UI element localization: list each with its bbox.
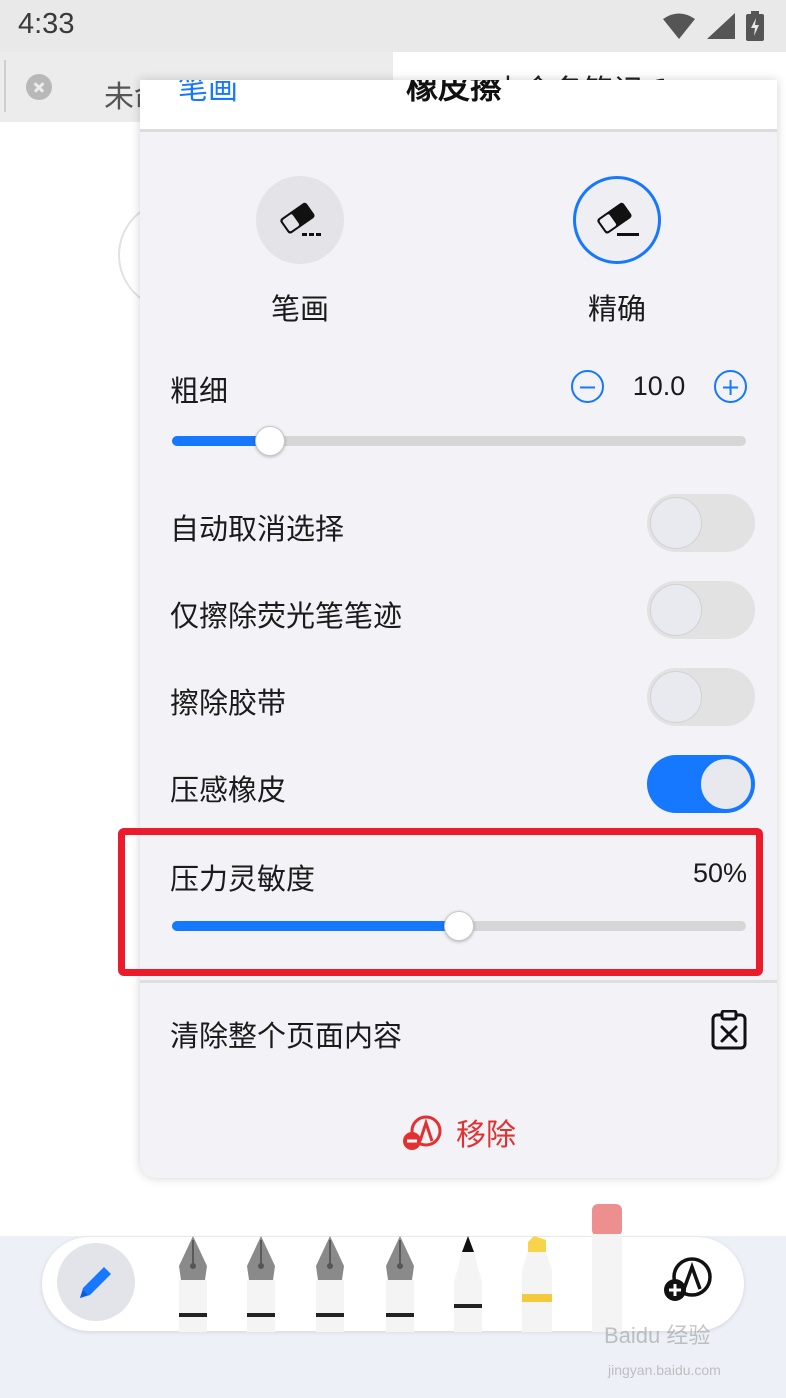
toggle-knob (650, 497, 702, 549)
signal-icon (707, 13, 735, 39)
battery-charging-icon (746, 11, 764, 41)
thickness-value: 10.0 (632, 371, 686, 401)
status-bar: 4:33 (0, 0, 786, 52)
pressure-eraser-toggle[interactable] (647, 755, 755, 813)
toggle-knob (700, 758, 752, 810)
toggle-knob (650, 584, 702, 636)
plus-circle-icon[interactable]: + (714, 370, 747, 403)
tab-separator (4, 60, 6, 112)
thickness-slider[interactable] (172, 426, 746, 456)
pencil-icon (80, 1267, 111, 1298)
fountain-pen-tool-2[interactable] (241, 1236, 281, 1332)
fountain-pen-tool-1[interactable] (173, 1236, 213, 1332)
mode-precise-label: 精确 (587, 292, 646, 326)
eraser-tool[interactable] (590, 1204, 624, 1332)
tab-close-icon[interactable] (26, 74, 52, 100)
wifi-icon (663, 13, 695, 39)
status-time: 4:33 (18, 8, 75, 40)
erase-highlighter-only-toggle[interactable] (647, 581, 755, 639)
auto-deselect-toggle[interactable] (647, 494, 755, 552)
fountain-pen-tool-4[interactable] (380, 1236, 420, 1332)
erase-tape-toggle[interactable] (647, 668, 755, 726)
annotation-highlight-box (118, 828, 763, 976)
toggle-knob (650, 671, 702, 723)
remove-button[interactable]: 移除 (402, 1110, 516, 1154)
clear-clipboard-icon[interactable] (711, 1009, 747, 1054)
pressure-eraser-label: 压感橡皮 (170, 773, 287, 807)
watermark-url: jingyan.baidu.com (608, 1362, 721, 1378)
erase-highlighter-only-label: 仅擦除荧光笔笔迹 (170, 599, 403, 633)
eraser-precise-icon (573, 176, 661, 264)
mode-stroke-label: 笔画 (270, 292, 329, 326)
fountain-pen-tool-3[interactable] (310, 1236, 350, 1332)
panel-back-button[interactable]: 笔画 (178, 80, 238, 108)
thickness-stepper: − 10.0 + (571, 370, 747, 403)
eraser-stroke-icon (256, 176, 344, 264)
watermark: Baidu 经验 (604, 1323, 711, 1348)
fineliner-pen-tool[interactable] (450, 1236, 486, 1332)
thickness-label: 粗细 (170, 374, 229, 408)
panel-title: 橡皮擦 (406, 80, 503, 106)
auto-deselect-label: 自动取消选择 (170, 512, 345, 546)
eraser-settings-panel: 笔画 橡皮擦 笔画 精确 粗细 − 10.0 + 自动取消选择 仅擦除荧光笔笔迹… (140, 80, 777, 1178)
clear-page-label[interactable]: 清除整个页面内容 (170, 1013, 402, 1055)
mode-precise-option[interactable]: 精确 (537, 176, 697, 328)
erase-tape-label: 擦除胶带 (170, 686, 287, 720)
pencil-tool-button[interactable] (57, 1243, 135, 1321)
section-divider (140, 980, 777, 983)
remove-tool-icon (403, 1115, 442, 1150)
highlighter-tool[interactable] (518, 1236, 556, 1332)
thickness-slider-thumb[interactable] (254, 426, 285, 456)
status-icons (662, 10, 764, 42)
minus-circle-icon[interactable]: − (571, 370, 604, 403)
add-tool-icon (664, 1257, 712, 1301)
add-tool-button[interactable] (662, 1255, 714, 1309)
remove-label: 移除 (456, 1118, 516, 1153)
mode-stroke-option[interactable]: 笔画 (220, 176, 380, 328)
panel-header: 笔画 橡皮擦 (140, 80, 777, 132)
